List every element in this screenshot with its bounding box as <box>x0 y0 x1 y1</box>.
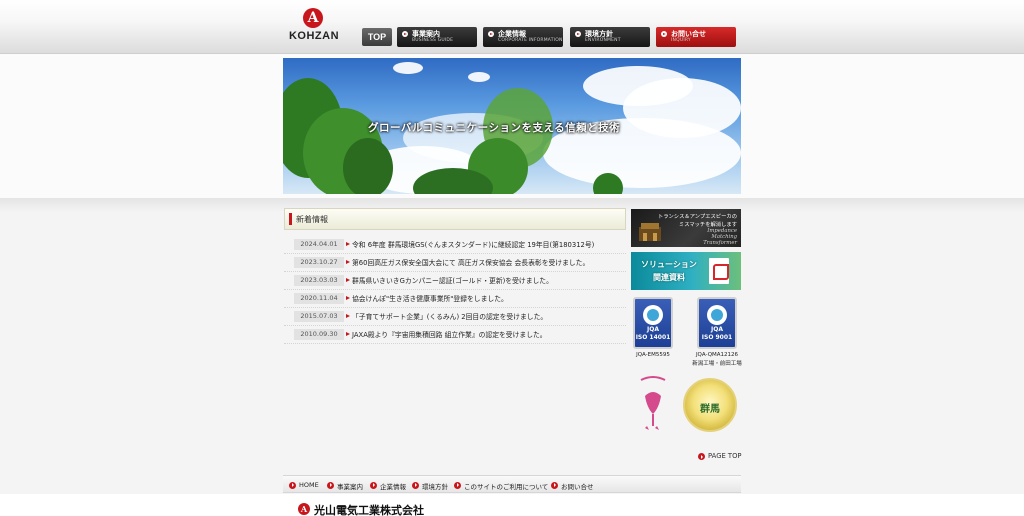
page-top-label: PAGE TOP <box>708 452 742 460</box>
footer-link-label: お問い合せ <box>561 483 594 491</box>
news-text[interactable]: 令和 6年度 群馬環境GS(ぐんまスタンダード)に継続認定 19年目(第1803… <box>352 239 594 249</box>
company-mark-icon: A <box>298 503 310 515</box>
nav-sublabel: CORPORATE INFORMATION <box>498 38 563 43</box>
hero-caption: グローバルコミュニケーションを支える信頼と技術 <box>368 122 621 134</box>
news-item[interactable]: 2020.11.04 協会けんぽ"生き活き健康事業所"登録をしました。 <box>284 290 626 308</box>
logo-mark-icon: A <box>303 8 323 28</box>
banner-title: ソリューション <box>641 260 697 269</box>
news-title-bar <box>289 213 292 225</box>
news-item[interactable]: 2023.03.03 群馬県いきいきGカンパニー認証(ゴールド・更新)を受けまし… <box>284 272 626 290</box>
banner-subtitle: 関連資料 <box>653 273 685 282</box>
news-date: 2020.11.04 <box>294 293 344 304</box>
iso-jqa: JQA <box>711 326 723 333</box>
company-name: 光山電気工業株式会社 <box>314 504 424 516</box>
footer-nav: HOME 事業案内 企業情報 環境方針 このサイトのご利用について お問い合せ <box>283 475 741 493</box>
arrow-right-icon <box>346 314 350 318</box>
news-text[interactable]: 群馬県いきいきGカンパニー認証(ゴールド・更新)を受けました。 <box>352 275 553 285</box>
arrow-circle-icon <box>289 481 296 489</box>
iso-number: ISO 14001 <box>635 334 671 341</box>
banner-line: ミスマッチを解消します <box>678 222 737 228</box>
arrow-circle-icon <box>327 481 334 489</box>
iso-9001-badge: JQA ISO 9001 <box>697 297 737 349</box>
hero-image: グローバルコミュニケーションを支える信頼と技術 <box>283 58 741 194</box>
footer-link-label: 企業情報 <box>380 483 406 491</box>
banner-line: トランシス＆アンプエスピーカの <box>657 214 737 220</box>
footer-band <box>0 494 1024 516</box>
arrow-circle-icon <box>454 481 461 489</box>
news-item[interactable]: 2023.10.27 第60回高圧ガス保安全国大会にて 高圧ガス保安協会 会長表… <box>284 254 626 272</box>
news-item[interactable]: 2010.09.30 JAXA殿より『宇宙用集積回路 組立作業』の認定を受けまし… <box>284 326 626 344</box>
footer-link-label: 環境方針 <box>422 483 448 491</box>
nav-sublabel: ENVIRONMENT <box>585 38 621 43</box>
nav-business-guide[interactable]: 事業案内 BUSINESS GUIDE <box>397 27 477 47</box>
arrow-right-icon <box>346 260 350 264</box>
kurumin-mark-icon <box>640 376 666 430</box>
news-date: 2023.10.27 <box>294 257 344 268</box>
arrow-right-icon <box>346 332 350 336</box>
arrow-circle-icon <box>370 481 377 489</box>
arrow-circle-icon <box>412 481 419 489</box>
news-text[interactable]: JAXA殿より『宇宙用集積回路 組立作業』の認定を受けました。 <box>352 329 547 339</box>
iso-9001-label: JQA-QMA12126 <box>695 352 739 358</box>
nav-corporate-information[interactable]: 企業情報 CORPORATE INFORMATION <box>483 27 563 47</box>
transformer-icon <box>639 223 661 241</box>
arrow-circle-icon <box>698 453 705 460</box>
news-date: 2015.07.03 <box>294 311 344 322</box>
iso-9001-sites: 新潟工場・前田工場 <box>692 361 742 367</box>
news-text[interactable]: 第60回高圧ガス保安全国大会にて 高圧ガス保安協会 会長表彰を受けました。 <box>352 257 589 267</box>
gunma-seal-badge: 群馬 <box>683 378 737 432</box>
banner-en: Transformer <box>703 240 737 246</box>
arrow-circle-icon <box>488 31 494 37</box>
logo-text: KOHZAN <box>288 30 340 42</box>
iso-14001-label: JQA-EM5595 <box>636 352 670 358</box>
iso-14001-badge: JQA ISO 14001 <box>633 297 673 349</box>
news-date: 2010.09.30 <box>294 329 344 340</box>
arrow-right-icon <box>346 296 350 300</box>
seal-text: 群馬 <box>700 404 720 415</box>
news-title: 新着情報 <box>296 215 328 224</box>
company-logo[interactable]: A KOHZAN <box>284 8 344 46</box>
impedance-transformer-banner[interactable]: トランシス＆アンプエスピーカの ミスマッチを解消します Impedance Ma… <box>631 209 741 247</box>
news-date: 2023.03.03 <box>294 275 344 286</box>
iso-number: ISO 9001 <box>701 334 733 341</box>
pdf-icon <box>709 258 729 284</box>
arrow-circle-icon <box>402 31 408 37</box>
iso-jqa: JQA <box>647 326 659 333</box>
nav-environment[interactable]: 環境方針 ENVIRONMENT <box>570 27 650 47</box>
jqa-logo-icon <box>643 305 663 325</box>
news-text[interactable]: 協会けんぽ"生き活き健康事業所"登録をしました。 <box>352 293 508 303</box>
nav-sublabel: INQUIRY <box>671 38 691 43</box>
news-text[interactable]: 「子育てサポート企業」(くるみん) 2回目の認定を受けました。 <box>352 311 547 321</box>
arrow-circle-icon <box>575 31 581 37</box>
news-item[interactable]: 2015.07.03 「子育てサポート企業」(くるみん) 2回目の認定を受けまし… <box>284 308 626 326</box>
nav-sublabel: BUSINESS GUIDE <box>412 38 454 43</box>
jqa-logo-icon <box>707 305 727 325</box>
nav-top-button[interactable]: TOP <box>362 28 392 46</box>
news-header: 新着情報 <box>284 208 626 230</box>
solution-documents-banner[interactable]: ソリューション 関連資料 <box>631 252 741 290</box>
footer-link-label: このサイトのご利用について <box>464 483 549 491</box>
news-item[interactable]: 2024.04.01 令和 6年度 群馬環境GS(ぐんまスタンダード)に継続認定… <box>284 236 626 254</box>
news-date: 2024.04.01 <box>294 239 344 250</box>
footer-link-label: HOME <box>299 481 319 489</box>
footer-link-label: 事業案内 <box>337 483 363 491</box>
arrow-right-icon <box>346 278 350 282</box>
arrow-circle-icon <box>661 31 667 37</box>
arrow-right-icon <box>346 242 350 246</box>
nav-inquiry[interactable]: お問い合せ INQUIRY <box>656 27 736 47</box>
arrow-circle-icon <box>551 481 558 489</box>
